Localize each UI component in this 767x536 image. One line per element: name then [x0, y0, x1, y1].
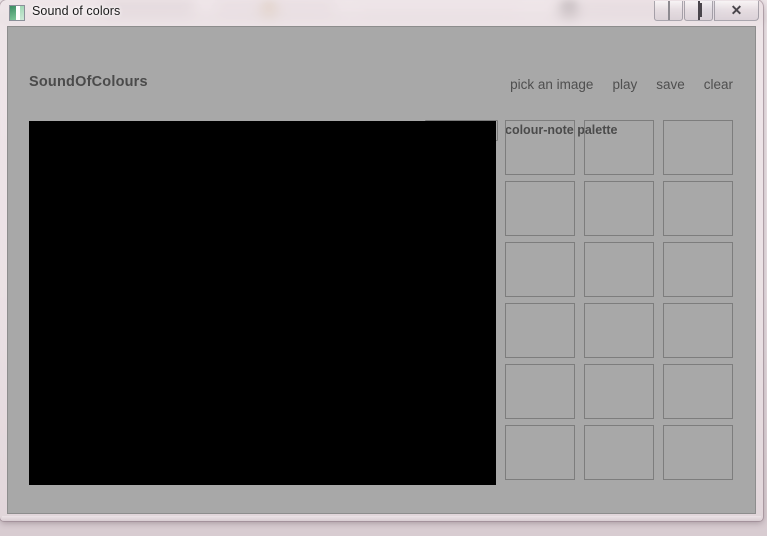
window-bottom-bevel [2, 516, 761, 521]
palette-swatch[interactable] [584, 120, 654, 175]
palette-swatch[interactable] [584, 364, 654, 419]
clear-link[interactable]: clear [704, 77, 733, 92]
palette-swatch[interactable] [663, 303, 733, 358]
palette-swatch[interactable] [505, 120, 575, 175]
palette-swatch[interactable] [584, 425, 654, 480]
palette-swatch[interactable] [584, 181, 654, 236]
top-nav: pick an image play save clear [510, 77, 733, 92]
palette-swatch[interactable] [505, 181, 575, 236]
picture-icon [9, 5, 25, 21]
save-link[interactable]: save [656, 77, 685, 92]
colour-note-palette-grid [505, 120, 737, 480]
app-brand-title: SoundOfColours [29, 74, 148, 90]
close-button[interactable]: ✕ [714, 1, 759, 21]
palette-swatch[interactable] [663, 181, 733, 236]
minimize-button[interactable] [654, 0, 683, 21]
palette-swatch[interactable] [663, 242, 733, 297]
palette-swatch[interactable] [505, 242, 575, 297]
play-link[interactable]: play [612, 77, 637, 92]
pick-an-image-link[interactable]: pick an image [510, 77, 593, 92]
palette-swatch[interactable] [505, 303, 575, 358]
window-title: Sound of colors [32, 4, 121, 18]
palette-swatch[interactable] [663, 425, 733, 480]
maximize-button[interactable] [684, 0, 713, 21]
app-client-area: SoundOfColours pick an image play save c… [7, 26, 756, 514]
palette-swatch[interactable] [663, 364, 733, 419]
palette-swatch[interactable] [584, 242, 654, 297]
palette-swatch[interactable] [584, 303, 654, 358]
palette-swatch[interactable] [505, 425, 575, 480]
window-controls: ✕ [653, 0, 759, 21]
palette-swatch[interactable] [505, 364, 575, 419]
application-window: Sound of colors ✕ SoundOfColours pick an… [0, 0, 767, 525]
image-canvas[interactable] [29, 121, 496, 485]
title-bar[interactable]: Sound of colors ✕ [0, 0, 763, 25]
palette-swatch[interactable] [663, 120, 733, 175]
